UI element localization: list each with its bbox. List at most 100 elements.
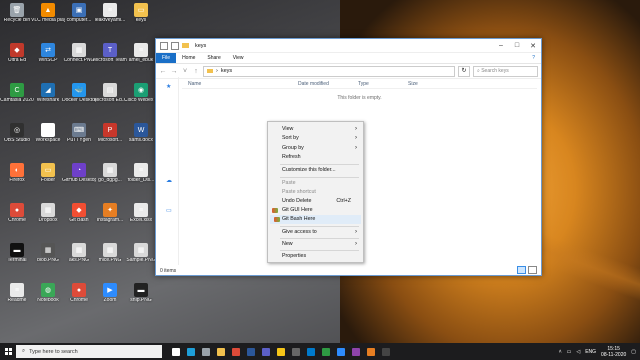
navigation-pane[interactable]: ★ ☁ ▭ [156, 77, 179, 265]
taskbar-app-sticky[interactable] [273, 343, 288, 360]
desktop-icon[interactable]: ◉Cisco Webex Meetings [124, 83, 158, 113]
details-view-icon[interactable] [517, 266, 526, 274]
desktop-icon[interactable]: ▥ Workspace [31, 123, 65, 153]
desktop-icon[interactable]: 🗑 Recycle Bin [0, 3, 34, 33]
desktop-icon[interactable]: ≡ amel_ebuk [124, 43, 158, 73]
quick-access-icon[interactable] [160, 41, 168, 50]
refresh-icon[interactable]: ↻ [458, 65, 470, 77]
taskbar-app-snip[interactable] [348, 343, 363, 360]
menu-item-group-by[interactable]: Group by › [282, 144, 357, 153]
menu-item-view[interactable]: View › [282, 125, 357, 134]
taskbar-app-zoom[interactable] [333, 343, 348, 360]
desktop-icon[interactable]: C Camtasia 2020 [0, 83, 34, 113]
menu-item-give-access[interactable]: Give access to › [282, 228, 357, 237]
desktop-icon[interactable]: ⇄ WinSCP [31, 43, 65, 73]
desktop-icon[interactable]: ◆ Git Bash [62, 203, 96, 233]
onedrive-icon[interactable]: ☁ [166, 177, 172, 184]
desktop-icon[interactable]: ◆ Ultra Ed [0, 43, 34, 73]
help-icon[interactable]: ? [526, 53, 541, 63]
desktop-icon[interactable]: Wsams.docx [124, 123, 158, 153]
desktop-icon[interactable]: ▲VLC media player [31, 3, 65, 33]
desktop-icon[interactable]: ≡ Excel.xlsx [124, 203, 158, 233]
desktop-icon[interactable]: ▦ Dropbox [31, 203, 65, 233]
desktop-icon[interactable]: ◐ Firefox [0, 163, 34, 193]
taskbar-app-teams[interactable] [258, 343, 273, 360]
desktop-icon[interactable]: ▦ blob.PNG [31, 243, 65, 273]
this-pc-icon[interactable]: ▭ [166, 207, 172, 214]
notifications-icon[interactable]: ▢ [631, 349, 636, 355]
desktop-icon[interactable]: ▣ computer... [62, 3, 96, 33]
back-icon[interactable]: ← [159, 68, 167, 75]
desktop-icon[interactable]: T Microsoft Teams [93, 43, 127, 73]
properties-icon[interactable] [171, 41, 179, 50]
desktop-icon[interactable]: ● Chrome [62, 283, 96, 313]
menu-item-new[interactable]: New › [282, 240, 357, 249]
desktop-icon[interactable]: ▦ Sample.PNG [124, 243, 158, 273]
menu-item-refresh[interactable]: Refresh [282, 153, 357, 162]
volume-icon[interactable]: ◁ [576, 349, 580, 355]
desktop-icon[interactable]: ≡ folder_Dis... [124, 163, 158, 193]
tab-share[interactable]: Share [201, 53, 226, 63]
desktop-icon[interactable]: ◢ Wireshark [31, 83, 65, 113]
search-input[interactable]: ⌕ Search keys [473, 65, 538, 77]
column-size[interactable]: Size [408, 81, 448, 87]
quick-access-star-icon[interactable]: ★ [166, 83, 171, 90]
menu-item-git-bash[interactable]: Git Bash Here [270, 215, 361, 224]
maximize-button[interactable]: □ [509, 42, 525, 50]
start-button[interactable] [0, 343, 16, 360]
minimize-button[interactable]: – [493, 42, 509, 50]
taskbar-app-vscode[interactable] [303, 343, 318, 360]
desktop-icon[interactable]: ▦ mice.PNG [93, 243, 127, 273]
taskbar-app-task-view[interactable] [168, 343, 183, 360]
desktop-icon[interactable]: ▦ go_dgpg... [93, 163, 127, 193]
language-indicator[interactable]: ENG [585, 349, 596, 355]
tab-file[interactable]: File [156, 53, 177, 63]
desktop-icon[interactable]: ◎ OBS Studio [0, 123, 34, 153]
desktop-icon[interactable]: ≡ Readme [0, 283, 34, 313]
taskbar-app-mail[interactable] [198, 343, 213, 360]
address-bar[interactable]: › keys [203, 65, 455, 77]
desktop-icon[interactable]: ▬ snip.PNG [124, 283, 158, 313]
column-name[interactable]: Name [182, 81, 298, 87]
large-icons-view-icon[interactable] [528, 266, 537, 274]
menu-item-undo-delete[interactable]: Undo Delete Ctrl+Z [282, 197, 357, 206]
tab-home[interactable]: Home [176, 53, 201, 63]
desktop-icon[interactable]: ✦ Instagram... [93, 203, 127, 233]
menu-item-properties[interactable]: Properties [282, 252, 357, 261]
desktop-icon[interactable]: ● Chrome [0, 203, 34, 233]
desktop-icon[interactable]: ▭ keys [124, 3, 158, 33]
column-type[interactable]: Type [358, 81, 408, 87]
taskbar-app-camtasia[interactable] [318, 343, 333, 360]
desktop-icon[interactable]: P Microsoft... [93, 123, 127, 153]
taskbar-app-obs[interactable] [288, 343, 303, 360]
desktop-icon[interactable]: ▤ Microsoft Ed... [93, 83, 127, 113]
clock[interactable]: 15:15 08-11-2020 [601, 346, 626, 358]
taskbar-app-paint[interactable] [363, 343, 378, 360]
network-icon[interactable]: ▭ [567, 349, 572, 355]
close-button[interactable]: ✕ [525, 42, 541, 50]
menu-item-git-gui[interactable]: Git GUI Here [272, 206, 357, 215]
taskbar-app-word[interactable] [243, 343, 258, 360]
taskbar-app-explorer[interactable] [213, 343, 228, 360]
taskbar-app-cmd[interactable] [378, 343, 393, 360]
title-bar[interactable]: keys – □ ✕ [156, 39, 541, 53]
desktop-icon[interactable]: ▭ Folder [31, 163, 65, 193]
desktop-icon[interactable]: 🐳 Docker Desktop [62, 83, 96, 113]
desktop-icon[interactable]: ▬ Terminal [0, 243, 34, 273]
chevron-up-icon[interactable]: ˄ [559, 349, 562, 355]
recent-dropdown-icon[interactable]: ˅ [181, 68, 189, 75]
desktop-icon[interactable]: ◍ Notebook [31, 283, 65, 313]
up-icon[interactable]: ↑ [192, 68, 200, 75]
column-date-modified[interactable]: Date modified [298, 81, 358, 87]
desktop-icon[interactable]: ≡ leaktveyaml... [93, 3, 127, 33]
taskbar-app-edge[interactable] [183, 343, 198, 360]
taskbar-search-input[interactable]: ⌕ Type here to search [16, 345, 162, 358]
taskbar-app-chrome[interactable] [228, 343, 243, 360]
desktop-icon[interactable]: ▶ Zoom [93, 283, 127, 313]
desktop-icon[interactable]: ▦ aks.PNG [62, 243, 96, 273]
desktop-icon[interactable]: ▦ Connect.PNG [62, 43, 96, 73]
desktop-icon[interactable]: ◔ GitHub Desktop [62, 163, 96, 193]
menu-item-customize[interactable]: Customize this folder... [282, 166, 357, 175]
forward-icon[interactable]: → [170, 68, 178, 75]
tab-view[interactable]: View [227, 53, 250, 63]
